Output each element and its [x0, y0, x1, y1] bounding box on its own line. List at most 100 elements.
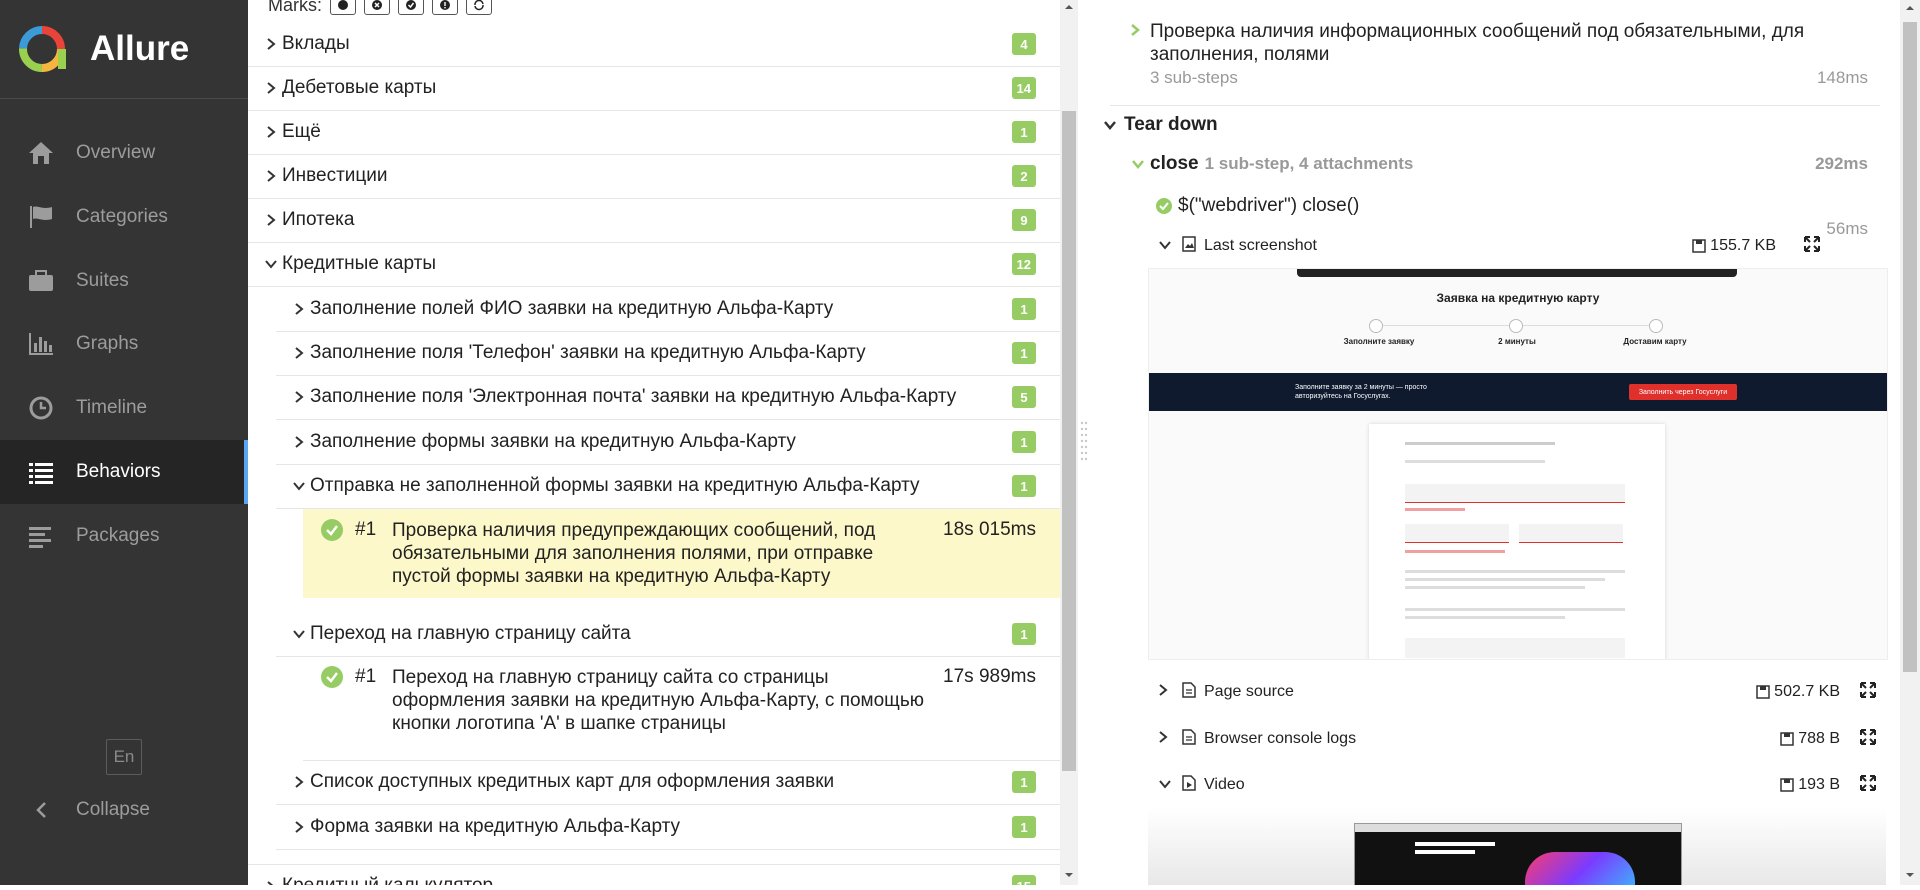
expand-icon[interactable]: [1860, 728, 1876, 750]
step-duration: 148ms: [1816, 68, 1868, 87]
chevron-right-icon: [1158, 683, 1168, 702]
attachment-size-value: 193 B: [1798, 776, 1840, 793]
nav-label: Suites: [76, 270, 129, 291]
new-passed-mark-button[interactable]: [398, 0, 424, 15]
attachment-size: 502.7 KB: [1756, 683, 1840, 701]
preview-banner: Заполните заявку за 2 минуты — просто ав…: [1149, 373, 1887, 411]
chevron-down-icon: [1158, 237, 1172, 255]
expand-icon[interactable]: [1860, 774, 1876, 796]
tree-story-row[interactable]: Заполнение формы заявки на кредитную Аль…: [276, 420, 1060, 465]
nav-graphs[interactable]: Graphs: [0, 312, 248, 376]
nav-behaviors[interactable]: Behaviors: [0, 440, 248, 504]
step-name: close: [1150, 153, 1199, 174]
language-button[interactable]: En: [106, 739, 142, 775]
attachment-size-value: 502.7 KB: [1774, 683, 1840, 700]
tree-story-row[interactable]: Заполнение полей ФИО заявки на кредитную…: [276, 287, 1060, 332]
video-player[interactable]: [1354, 823, 1682, 885]
step-substeps: 3 sub-steps: [1150, 68, 1238, 87]
tree-group-row[interactable]: Ещё 1: [248, 110, 1060, 155]
tree-group-row[interactable]: Вклады 4: [248, 22, 1060, 67]
count-badge: 1: [1012, 623, 1036, 645]
detail-scrollbar-thumb[interactable]: [1903, 22, 1917, 672]
chevron-right-icon: [292, 820, 306, 834]
nav-suites[interactable]: Suites: [0, 249, 248, 313]
expand-icon[interactable]: [1860, 681, 1876, 703]
chevron-down-icon: [1130, 159, 1146, 169]
image-file-icon: [1182, 235, 1196, 257]
count-badge: 1: [1012, 298, 1036, 320]
align-left-icon: [24, 522, 58, 550]
chevron-right-icon: [1158, 730, 1168, 749]
collapse-label: Collapse: [76, 799, 150, 820]
tree-group-row[interactable]: Дебетовые карты 14: [248, 66, 1060, 111]
nav-overview[interactable]: Overview: [0, 121, 248, 185]
tree-group-row[interactable]: Кредитный калькулятор 15: [248, 864, 1060, 885]
tree-story-row[interactable]: Переход на главную страницу сайта 1: [276, 612, 1060, 657]
retries-mark-button[interactable]: [466, 0, 492, 15]
flaky-mark-button[interactable]: [330, 0, 356, 15]
chevron-left-icon: [24, 801, 58, 819]
new-broken-mark-button[interactable]: [432, 0, 458, 15]
text-file-icon: [1182, 681, 1196, 703]
count-badge: 9: [1012, 209, 1036, 231]
test-case-number: #1: [355, 666, 377, 687]
chevron-down-icon: [264, 257, 278, 271]
chevron-down-icon: [292, 627, 306, 641]
test-case-row[interactable]: #1 Переход на главную страницу сайта со …: [303, 656, 1060, 761]
tree-group-label: Ипотека: [282, 209, 355, 230]
tree-story-row[interactable]: Форма заявки на кредитную Альфа-Карту 1: [276, 805, 1060, 850]
tree-story-label: Заполнение формы заявки на кредитную Аль…: [310, 431, 796, 452]
chevron-right-icon: [264, 169, 278, 183]
nav-categories[interactable]: Categories: [0, 185, 248, 249]
tree-group-label: Кредитный калькулятор: [282, 875, 493, 885]
save-icon: [1780, 732, 1794, 746]
attachment-row[interactable]: Last screenshot 155.7 KB: [1146, 224, 1884, 268]
preview-banner-text: Заполните заявку за 2 минуты — просто ав…: [1295, 384, 1427, 400]
nav-label: Categories: [76, 206, 168, 227]
passed-icon: [321, 666, 343, 688]
screenshot-preview[interactable]: Заявка на кредитную карту Заполните заяв…: [1148, 268, 1888, 660]
tree-group-row[interactable]: Кредитные карты 12: [248, 242, 1060, 287]
bar-chart-icon: [24, 330, 58, 358]
count-badge: 1: [1012, 816, 1036, 838]
test-case-row-selected[interactable]: #1 Проверка наличия предупреждающих сооб…: [303, 509, 1060, 598]
tree-group-label: Ещё: [282, 121, 321, 142]
nav-label: Packages: [76, 525, 160, 546]
count-badge: 15: [1011, 875, 1036, 885]
briefcase-icon: [24, 267, 58, 295]
count-badge: 1: [1012, 475, 1036, 497]
attachment-name: Video: [1204, 776, 1245, 793]
nav-label: Timeline: [76, 397, 148, 418]
nav-timeline[interactable]: Timeline: [0, 376, 248, 440]
brand[interactable]: Allure: [0, 0, 248, 99]
step-row[interactable]: Проверка наличия информационных сообщени…: [1130, 20, 1868, 90]
teardown-section-header[interactable]: Tear down: [1100, 110, 1218, 140]
close-step-row[interactable]: close 1 sub-step, 4 attachments 292ms: [1130, 150, 1868, 178]
expand-icon[interactable]: [1804, 235, 1820, 257]
attachment-row[interactable]: Page source 502.7 KB: [1146, 670, 1884, 714]
save-icon: [1756, 685, 1770, 699]
tree-story-row[interactable]: Заполнение поля 'Телефон' заявки на кред…: [276, 331, 1060, 376]
new-failed-mark-button[interactable]: [364, 0, 390, 15]
tree-story-row[interactable]: Отправка не заполненной формы заявки на …: [276, 464, 1060, 509]
pane-splitter[interactable]: [1080, 0, 1088, 885]
tree-story-row[interactable]: Список доступных кредитных карт для офор…: [276, 760, 1060, 805]
nav-packages[interactable]: Packages: [0, 504, 248, 568]
tree-story-row[interactable]: Заполнение поля 'Электронная почта' заяв…: [276, 375, 1060, 420]
tree-group-row[interactable]: Ипотека 9: [248, 198, 1060, 243]
tree-story-label: Заполнение поля 'Телефон' заявки на кред…: [310, 342, 866, 363]
collapse-button[interactable]: Collapse: [0, 793, 248, 827]
tree-scrollbar-thumb[interactable]: [1062, 111, 1076, 771]
attachment-size-value: 788 B: [1798, 730, 1840, 747]
tree-group-label: Вклады: [282, 33, 350, 54]
attachment-row[interactable]: Browser console logs 788 B: [1146, 717, 1884, 761]
tree-group-label: Дебетовые карты: [282, 77, 437, 98]
count-badge: 1: [1012, 342, 1036, 364]
chevron-down-icon: [1100, 120, 1120, 130]
nav-label: Behaviors: [76, 461, 161, 482]
chevron-right-icon: [264, 81, 278, 95]
count-badge: 4: [1012, 33, 1036, 55]
tree-group-row[interactable]: Инвестиции 2: [248, 154, 1060, 199]
passed-icon: [321, 519, 343, 541]
attachment-row[interactable]: Video 193 B: [1146, 763, 1884, 807]
